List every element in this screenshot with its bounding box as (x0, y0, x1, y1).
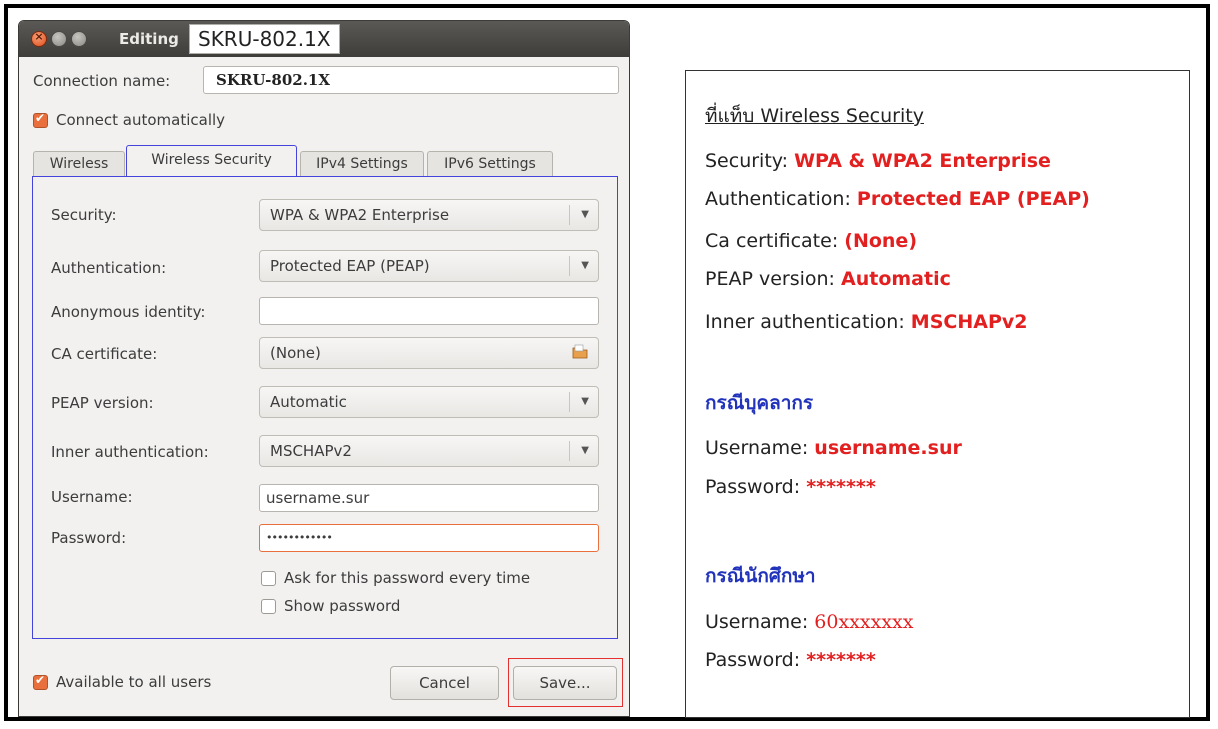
instruction-authentication-value: Protected EAP (PEAP) (856, 188, 1090, 210)
security-value: WPA & WPA2 Enterprise (270, 206, 450, 224)
student-username-value: 60xxxxxxx (814, 611, 914, 633)
show-password-row[interactable]: Show password (261, 596, 400, 616)
instruction-security-value: WPA & WPA2 Enterprise (794, 150, 1051, 172)
instruction-peap-label: PEAP version: (705, 268, 841, 290)
minimize-window-icon[interactable] (51, 31, 67, 47)
instruction-security: Security: WPA & WPA2 Enterprise (705, 150, 1051, 172)
inner-authentication-combo[interactable]: MSCHAPv2 ▼ (259, 435, 599, 467)
ask-password-checkbox[interactable] (261, 570, 276, 586)
instruction-inner-label: Inner authentication: (705, 311, 911, 333)
student-password: Password: ******* (705, 649, 876, 671)
instruction-authentication-label: Authentication: (705, 188, 857, 210)
security-combo[interactable]: WPA & WPA2 Enterprise ▼ (259, 199, 599, 231)
instruction-peap-value: Automatic (841, 268, 951, 290)
connection-name-input[interactable]: SKRU-802.1X (203, 66, 619, 94)
authentication-label: Authentication: (51, 259, 167, 277)
tab-ipv4-settings[interactable]: IPv4 Settings (300, 151, 424, 176)
chevron-down-icon: ▼ (581, 209, 589, 220)
available-all-users-checkbox[interactable] (33, 673, 48, 690)
staff-heading: กรณีบุคลากร (705, 392, 814, 414)
student-heading: กรณีนักศึกษา (705, 565, 816, 587)
student-password-value: ******* (806, 649, 876, 671)
instruction-inner-value: MSCHAPv2 (910, 311, 1028, 333)
tab-ipv6-settings[interactable]: IPv6 Settings (427, 151, 553, 176)
staff-username-value: username.sur (814, 437, 962, 459)
window-title-connection-name: SKRU-802.1X (189, 24, 340, 54)
ca-certificate-label: CA certificate: (51, 345, 158, 363)
close-window-icon[interactable]: × (31, 30, 47, 47)
instruction-peap: PEAP version: Automatic (705, 268, 951, 290)
instruction-ca: Ca certificate: (None) (705, 230, 917, 252)
authentication-combo[interactable]: Protected EAP (PEAP) ▼ (259, 250, 599, 282)
show-password-label: Show password (284, 597, 401, 615)
inner-authentication-value: MSCHAPv2 (270, 442, 352, 460)
inner-authentication-label: Inner authentication: (51, 443, 209, 461)
available-all-users-label: Available to all users (56, 673, 212, 691)
connection-name-label: Connection name: (33, 72, 171, 90)
anonymous-identity-input[interactable] (259, 297, 599, 325)
anonymous-identity-label: Anonymous identity: (51, 303, 206, 321)
tab-wireless[interactable]: Wireless (33, 151, 125, 176)
peap-version-value: Automatic (270, 393, 347, 411)
username-input[interactable]: username.sur (259, 484, 599, 512)
maximize-window-icon[interactable] (71, 31, 87, 47)
ca-certificate-chooser[interactable]: (None) (259, 337, 599, 369)
instruction-authentication: Authentication: Protected EAP (PEAP) (705, 188, 1090, 210)
folder-icon (572, 344, 588, 359)
edit-connection-dialog: × Editing SKRU-802.1X Connection name: S… (18, 20, 630, 717)
peap-version-label: PEAP version: (51, 394, 154, 412)
password-label: Password: (51, 529, 127, 547)
staff-password-value: ******* (806, 476, 876, 498)
cancel-button[interactable]: Cancel (390, 666, 499, 700)
instruction-ca-label: Ca certificate: (705, 230, 845, 252)
chevron-down-icon: ▼ (581, 396, 589, 407)
connect-automatically-checkbox[interactable] (33, 111, 48, 128)
student-username: Username: 60xxxxxxx (705, 611, 913, 633)
student-password-label: Password: (705, 649, 807, 671)
title-bar[interactable]: × Editing SKRU-802.1X (19, 21, 629, 57)
available-all-users-row[interactable]: Available to all users (33, 672, 211, 692)
instruction-inner: Inner authentication: MSCHAPv2 (705, 311, 1027, 333)
chevron-down-icon: ▼ (581, 445, 589, 456)
instruction-heading: ที่แท็บ Wireless Security (705, 105, 924, 127)
password-input[interactable]: •••••••••••• (259, 524, 599, 552)
student-username-label: Username: (705, 611, 815, 633)
authentication-value: Protected EAP (PEAP) (270, 257, 430, 275)
instruction-security-label: Security: (705, 150, 795, 172)
security-label: Security: (51, 206, 117, 224)
peap-version-combo[interactable]: Automatic ▼ (259, 386, 599, 418)
staff-password-label: Password: (705, 476, 807, 498)
window-title: Editing (119, 30, 179, 48)
show-password-checkbox[interactable] (261, 598, 276, 614)
tab-wireless-security[interactable]: Wireless Security (126, 145, 297, 176)
instruction-box: ที่แท็บ Wireless Security Security: WPA … (685, 70, 1190, 718)
instruction-ca-value: (None) (844, 230, 917, 252)
ask-password-label: Ask for this password every time (284, 569, 531, 587)
staff-username: Username: username.sur (705, 437, 962, 459)
staff-username-label: Username: (705, 437, 815, 459)
save-button-highlight (508, 658, 623, 707)
connect-automatically-label: Connect automatically (56, 111, 226, 129)
connect-automatically-row[interactable]: Connect automatically (33, 110, 225, 130)
ask-password-row[interactable]: Ask for this password every time (261, 568, 530, 588)
chevron-down-icon: ▼ (581, 260, 589, 271)
username-label: Username: (51, 488, 133, 506)
ca-certificate-value: (None) (270, 344, 321, 362)
staff-password: Password: ******* (705, 476, 876, 498)
